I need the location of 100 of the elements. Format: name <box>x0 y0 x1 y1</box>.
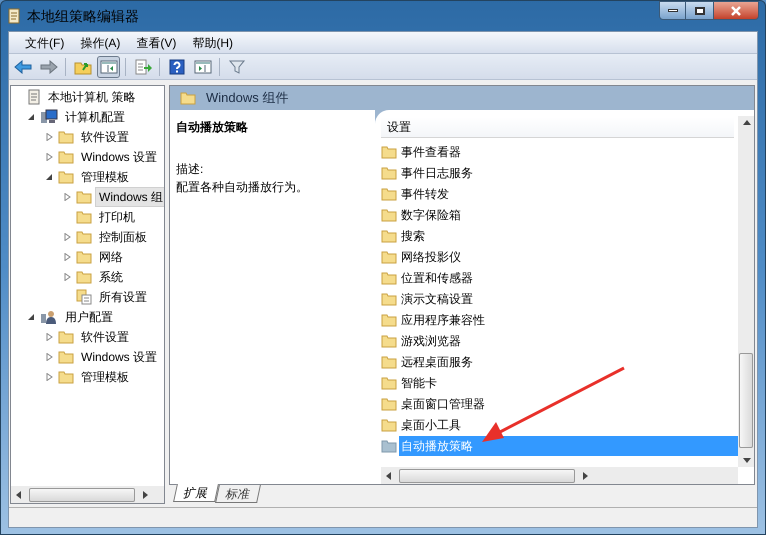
down-arrow-icon[interactable] <box>742 456 750 465</box>
tree-item[interactable]: 软件设置 <box>77 327 133 347</box>
settings-list-icon <box>76 289 92 305</box>
folder-icon <box>76 230 92 244</box>
horizontal-scrollbar[interactable] <box>381 467 738 484</box>
expand-triangle-icon[interactable] <box>46 333 52 341</box>
description-text: 配置各种自动播放行为。 <box>176 179 309 196</box>
scroll-thumb[interactable] <box>399 468 575 482</box>
menu-item[interactable]: 查看(V) <box>128 34 184 52</box>
folder-icon <box>381 334 397 348</box>
expand-triangle-icon[interactable] <box>64 233 70 241</box>
list-item[interactable]: 桌面窗口管理器 <box>399 394 738 414</box>
tree-item[interactable]: 打印机 <box>95 207 139 227</box>
tab[interactable]: 扩展 <box>173 484 219 502</box>
list-item[interactable]: 事件查看器 <box>399 142 738 162</box>
tree-item[interactable]: 软件设置 <box>77 127 133 147</box>
tree-item[interactable]: 用户配置 <box>61 307 117 327</box>
up-arrow-icon[interactable] <box>742 118 750 127</box>
panel-title: Windows 组件 <box>206 89 288 108</box>
right-arrow-icon[interactable] <box>581 471 590 480</box>
tree-item[interactable]: 控制面板 <box>95 227 151 247</box>
folder-icon <box>381 250 397 264</box>
folder-icon <box>58 330 74 344</box>
list-item[interactable]: 桌面小工具 <box>399 414 738 434</box>
tree-item[interactable]: 系统 <box>95 267 127 287</box>
folder-icon <box>381 376 397 390</box>
horizontal-scrollbar[interactable] <box>11 486 164 503</box>
folder-icon <box>76 250 92 264</box>
list-item[interactable]: 事件日志服务 <box>399 162 738 182</box>
list-item[interactable]: 搜索 <box>399 226 738 246</box>
close-icon <box>730 6 742 16</box>
maximize-button[interactable] <box>686 1 713 20</box>
tree-item[interactable]: Windows 组 <box>95 187 164 207</box>
minimize-button[interactable] <box>659 1 686 20</box>
folder-icon <box>58 150 74 164</box>
folder-icon <box>381 354 397 368</box>
policy-icon <box>7 8 21 24</box>
folder-icon <box>381 396 397 410</box>
folder-icon <box>76 270 92 284</box>
scroll-thumb[interactable] <box>739 353 753 448</box>
tree-item[interactable]: 网络 <box>95 247 127 267</box>
left-arrow-icon[interactable] <box>384 471 393 480</box>
collapse-triangle-icon[interactable] <box>46 173 52 181</box>
folder-icon <box>58 130 74 144</box>
tree-item[interactable]: 计算机配置 <box>61 107 129 127</box>
list-item[interactable]: 位置和传感器 <box>399 268 738 288</box>
user-icon <box>40 309 58 325</box>
expand-triangle-icon[interactable] <box>46 353 52 361</box>
collapse-triangle-icon[interactable] <box>28 313 34 321</box>
list-item[interactable]: 网络投影仪 <box>399 246 738 266</box>
scroll-thumb[interactable] <box>29 488 135 502</box>
list-item[interactable]: 事件转发 <box>399 184 738 204</box>
folder-icon <box>381 166 397 180</box>
menu-item[interactable]: 帮助(H) <box>184 34 241 52</box>
list-item[interactable]: 智能卡 <box>399 372 738 392</box>
folder-icon <box>381 438 397 452</box>
tree-item[interactable]: Windows 设置 <box>77 347 162 367</box>
scroll-icon <box>27 89 41 105</box>
right-arrow-icon[interactable] <box>141 490 150 499</box>
folder-icon <box>381 208 397 222</box>
list-item[interactable]: 应用程序兼容性 <box>399 310 738 330</box>
folder-icon <box>381 228 397 242</box>
window-title: 本地组策略编辑器 <box>27 6 139 26</box>
description-title: 自动播放策略 <box>176 119 249 136</box>
folder-icon <box>381 270 397 284</box>
tab[interactable]: 标准 <box>215 485 261 503</box>
expand-triangle-icon[interactable] <box>46 373 52 381</box>
expand-triangle-icon[interactable] <box>64 193 70 201</box>
list-item[interactable]: 数字保险箱 <box>399 204 738 224</box>
expand-triangle-icon[interactable] <box>46 153 52 161</box>
folder-icon <box>381 418 397 432</box>
vertical-scrollbar[interactable] <box>738 116 754 467</box>
expand-triangle-icon[interactable] <box>64 273 70 281</box>
folder-icon <box>381 186 397 200</box>
description-label: 描述: <box>176 161 204 178</box>
folder-icon <box>58 350 74 364</box>
expand-triangle-icon[interactable] <box>64 253 70 261</box>
folder-icon <box>58 170 74 184</box>
expand-triangle-icon[interactable] <box>46 133 52 141</box>
menu-item[interactable]: 操作(A) <box>72 34 128 52</box>
folder-icon <box>58 370 74 384</box>
folder-icon <box>76 210 92 224</box>
folder-icon <box>381 312 397 326</box>
tree-item[interactable]: 所有设置 <box>95 287 151 307</box>
menu-item[interactable]: 文件(F) <box>17 34 72 52</box>
tree-item[interactable]: 本地计算机 策略 <box>44 87 140 107</box>
list-item[interactable]: 远程桌面服务 <box>399 352 738 372</box>
collapse-triangle-icon[interactable] <box>28 113 34 121</box>
tree-item[interactable]: Windows 设置 <box>77 147 162 167</box>
left-arrow-icon[interactable] <box>14 490 23 499</box>
tree-item[interactable]: 管理模板 <box>77 367 133 387</box>
folder-icon <box>381 292 397 306</box>
list-item[interactable]: 演示文稿设置 <box>399 288 738 308</box>
folder-icon <box>180 91 196 105</box>
panel-toggle-icon[interactable] <box>97 56 120 78</box>
tree-item[interactable]: 管理模板 <box>77 167 133 187</box>
list-item[interactable]: 游戏浏览器 <box>399 330 738 350</box>
folder-icon <box>76 190 92 204</box>
folder-icon <box>381 144 397 158</box>
close-button[interactable] <box>713 1 759 20</box>
